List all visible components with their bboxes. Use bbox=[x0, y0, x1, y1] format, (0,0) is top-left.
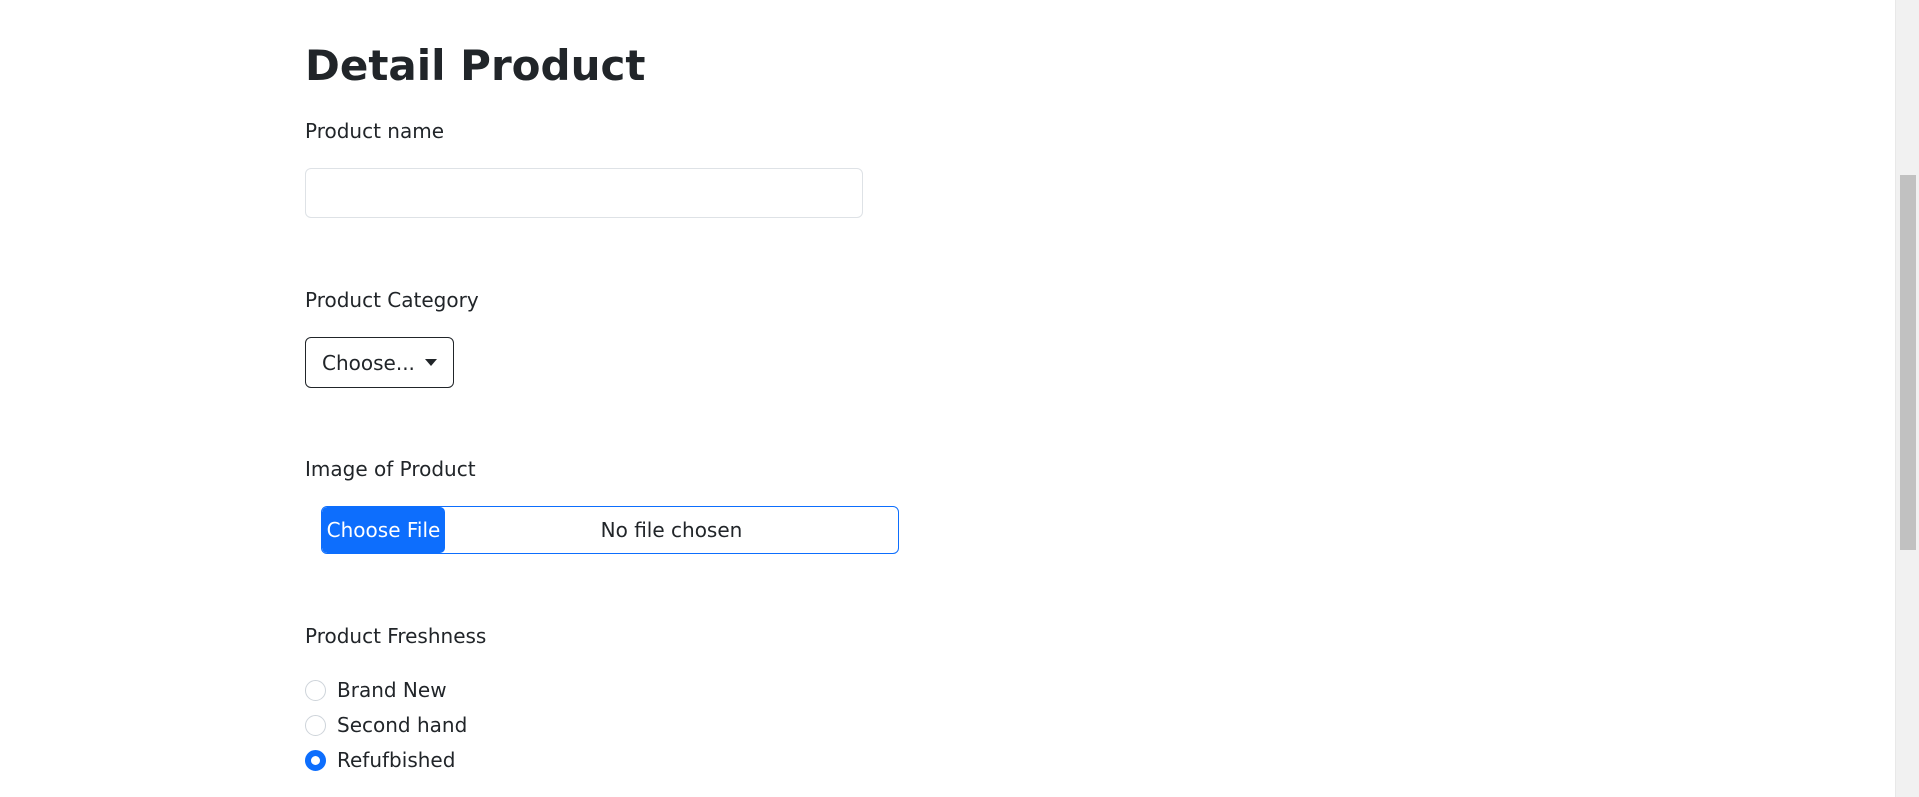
freshness-option-second-hand[interactable]: Second hand bbox=[305, 712, 467, 738]
freshness-option-brand-new[interactable]: Brand New bbox=[305, 677, 447, 703]
radio-second-hand[interactable] bbox=[305, 714, 326, 736]
product-category-dropdown[interactable]: Choose... bbox=[305, 337, 454, 388]
product-name-label: Product name bbox=[305, 119, 445, 143]
product-freshness-label: Product Freshness bbox=[305, 624, 487, 648]
freshness-option-label: Second hand bbox=[337, 713, 468, 737]
product-image-file-input[interactable]: Choose File No file chosen bbox=[321, 506, 899, 554]
radio-brand-new[interactable] bbox=[305, 679, 326, 701]
page-title: Detail Product bbox=[305, 41, 646, 90]
product-name-input[interactable] bbox=[305, 168, 863, 218]
scrollbar-thumb[interactable] bbox=[1900, 175, 1916, 550]
product-category-label: Product Category bbox=[305, 288, 479, 312]
product-image-label: Image of Product bbox=[305, 457, 476, 481]
viewport: Detail Product Product name Product Cate… bbox=[0, 0, 1919, 797]
vertical-scrollbar[interactable] bbox=[1895, 0, 1919, 797]
caret-down-icon bbox=[424, 359, 437, 366]
choose-file-button[interactable]: Choose File bbox=[322, 507, 445, 553]
product-category-selected: Choose... bbox=[322, 350, 415, 375]
freshness-option-refurbished[interactable]: Refufbished bbox=[305, 747, 455, 773]
file-status-text: No file chosen bbox=[600, 518, 743, 542]
freshness-option-label: Brand New bbox=[337, 678, 447, 702]
radio-refurbished[interactable] bbox=[305, 749, 326, 771]
freshness-option-label: Refufbished bbox=[337, 748, 456, 772]
